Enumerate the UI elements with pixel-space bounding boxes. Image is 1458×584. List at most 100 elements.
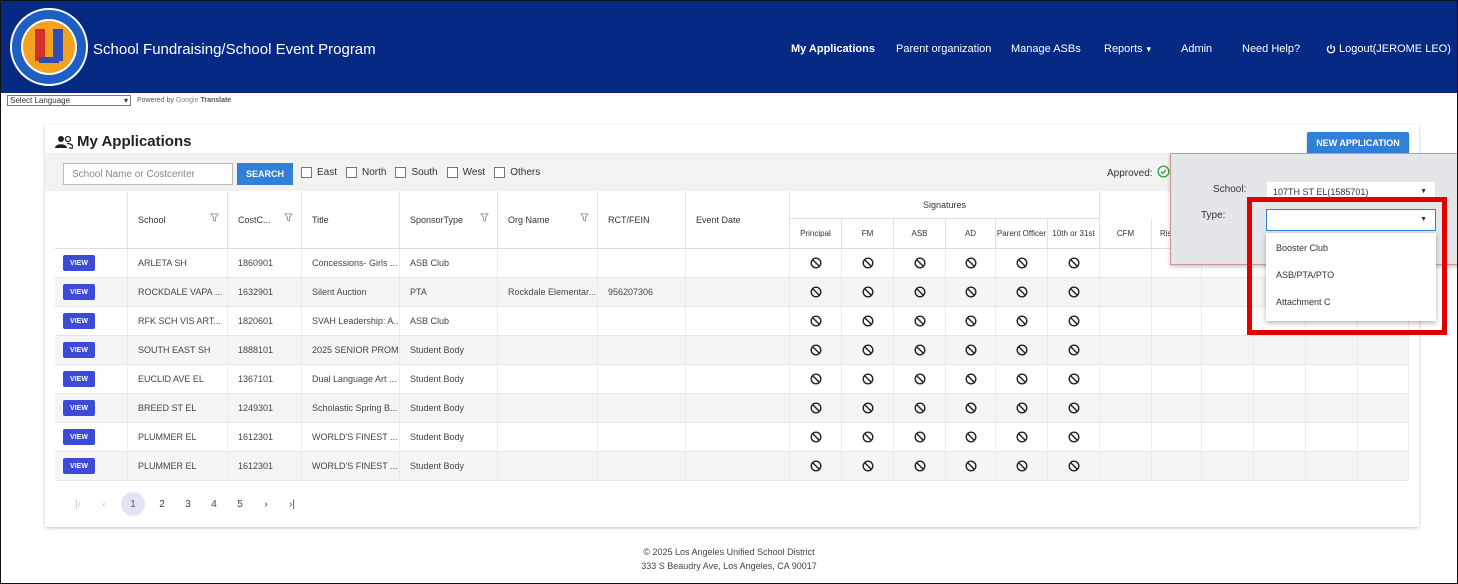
school-select[interactable]: 107TH ST EL(1585701) ▼ — [1267, 182, 1435, 202]
filter-label-west: West — [462, 167, 486, 178]
cell-signature-0 — [790, 365, 842, 393]
nav-admin[interactable]: Admin — [1181, 43, 1212, 55]
page-4[interactable]: 4 — [201, 499, 227, 510]
search-input[interactable]: School Name or Costcenter — [63, 163, 233, 185]
cell-signature-4 — [996, 249, 1048, 277]
nav-parent-organization[interactable]: Parent organization — [896, 43, 991, 55]
cell-extra-0 — [1100, 452, 1152, 480]
filter-label-others: Others — [510, 167, 541, 178]
row-actions: VIEW — [55, 423, 128, 451]
google-logo-text: Google — [175, 97, 199, 104]
cell-signature-2 — [894, 307, 946, 335]
nav-reports[interactable]: Reports ▾ — [1104, 43, 1151, 55]
cell-extra-4 — [1306, 423, 1358, 451]
block-icon — [861, 431, 874, 443]
filter-icon[interactable] — [284, 213, 293, 222]
table-row: VIEW RFK SCH VIS ART... 1820601 SVAH Leader… — [55, 307, 1409, 336]
row-actions: VIEW — [55, 249, 128, 277]
view-button[interactable]: VIEW — [63, 284, 95, 300]
column-label-rct-fein: RCT/FEIN — [608, 215, 650, 225]
column-group-signatures: Signatures — [790, 191, 1100, 219]
nav-my-applications[interactable]: My Applications — [791, 43, 875, 55]
block-icon — [861, 460, 874, 472]
view-button[interactable]: VIEW — [63, 371, 95, 387]
next-page-icon[interactable]: › — [253, 499, 279, 510]
filter-label-south: South — [411, 167, 438, 178]
column-header-costcenter[interactable]: CostC... — [228, 191, 302, 249]
nav-need-help[interactable]: Need Help? — [1242, 43, 1300, 55]
prev-page-icon[interactable]: ‹ — [91, 499, 117, 510]
app-title[interactable]: School Fundraising/School Event Program — [93, 41, 376, 58]
pagination: |‹ ‹ 1 2 3 4 5 › ›| — [65, 492, 305, 516]
view-button[interactable]: VIEW — [63, 458, 95, 474]
check-circle-icon — [1157, 165, 1170, 178]
cell-extra-0 — [1100, 249, 1152, 277]
cell-extra-1 — [1152, 423, 1202, 451]
cell-signature-3 — [946, 365, 996, 393]
page-5[interactable]: 5 — [227, 499, 253, 510]
checkbox-west[interactable] — [446, 167, 458, 178]
block-icon — [1015, 344, 1028, 356]
cell-signature-0 — [790, 249, 842, 277]
view-button[interactable]: VIEW — [63, 255, 95, 271]
column-header-orgname[interactable]: Org Name — [498, 191, 598, 249]
view-button[interactable]: VIEW — [63, 313, 95, 329]
cell-date — [686, 365, 790, 393]
cell-signature-2 — [894, 394, 946, 422]
nav-manage-asbs[interactable]: Manage ASBs — [1011, 43, 1081, 55]
view-button[interactable]: VIEW — [63, 429, 95, 445]
cell-signature-2 — [894, 423, 946, 451]
block-icon — [809, 373, 822, 385]
column-header-title[interactable]: Title — [302, 191, 400, 249]
filter-icon[interactable] — [210, 213, 219, 222]
filter-icon[interactable] — [580, 213, 589, 222]
language-select[interactable]: Select Language ▾ — [7, 95, 131, 106]
block-icon — [964, 315, 977, 327]
school-label: School: — [1213, 184, 1247, 195]
cell-fein — [598, 423, 686, 451]
search-button[interactable]: SEARCH — [237, 163, 293, 185]
filter-label-north: North — [362, 167, 387, 178]
translate-link[interactable]: Translate — [200, 97, 231, 104]
block-icon — [861, 286, 874, 298]
row-actions: VIEW — [55, 307, 128, 335]
page-3[interactable]: 3 — [175, 499, 201, 510]
cell-signature-0 — [790, 307, 842, 335]
cell-extra-3 — [1254, 394, 1306, 422]
row-actions: VIEW — [55, 452, 128, 480]
nav-logout[interactable]: Logout(JEROME LEO) — [1326, 43, 1451, 55]
cell-sponsor: PTA — [400, 278, 498, 306]
cell-date — [686, 394, 790, 422]
type-option-asb-pta-pto[interactable]: ASB/PTA/PTO — [1276, 270, 1334, 280]
new-application-button[interactable]: NEW APPLICATION — [1307, 132, 1409, 154]
cell-extra-2 — [1202, 452, 1254, 480]
filter-icon[interactable] — [480, 213, 489, 222]
checkbox-north[interactable] — [346, 167, 358, 178]
column-header-event-date[interactable]: Event Date — [686, 191, 790, 249]
block-icon — [1015, 460, 1028, 472]
last-page-icon[interactable]: ›| — [279, 499, 305, 510]
header-actions — [55, 191, 128, 249]
column-header-rct-fein[interactable]: RCT/FEIN — [598, 191, 686, 249]
cell-fein: 956207306 — [598, 278, 686, 306]
page-1[interactable]: 1 — [121, 492, 145, 516]
type-option-booster-club[interactable]: Booster Club — [1276, 243, 1328, 253]
filter-label-east: East — [317, 167, 338, 178]
checkbox-south[interactable] — [395, 167, 407, 178]
type-option-attachment-c[interactable]: Attachment C — [1276, 297, 1331, 307]
cell-org — [498, 365, 598, 393]
first-page-icon[interactable]: |‹ — [65, 499, 91, 510]
checkbox-east[interactable] — [301, 167, 312, 178]
cell-extra-2 — [1202, 307, 1254, 335]
view-button[interactable]: VIEW — [63, 400, 95, 416]
cell-signature-2 — [894, 278, 946, 306]
page-2[interactable]: 2 — [149, 499, 175, 510]
column-header-school[interactable]: School — [128, 191, 228, 249]
type-select[interactable]: ▼ — [1266, 209, 1436, 231]
cell-signature-3 — [946, 423, 996, 451]
district-seal-logo[interactable] — [9, 7, 89, 87]
checkbox-others[interactable] — [494, 167, 506, 178]
view-button[interactable]: VIEW — [63, 342, 95, 358]
cell-signature-4 — [996, 278, 1048, 306]
column-header-sponsortype[interactable]: SponsorType — [400, 191, 498, 249]
